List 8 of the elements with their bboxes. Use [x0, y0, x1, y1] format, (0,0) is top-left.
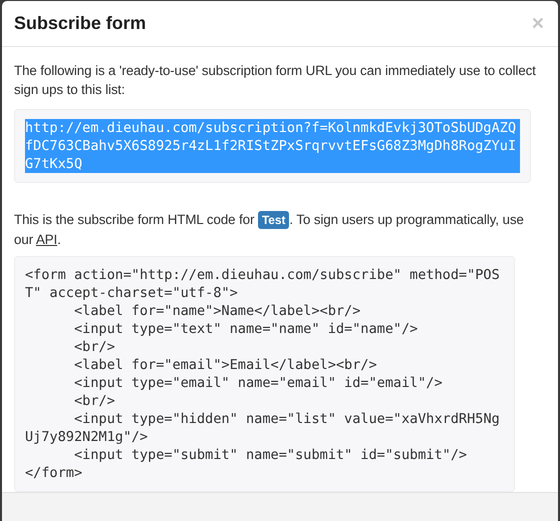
list-badge: Test — [258, 211, 290, 229]
modal-title: Subscribe form — [14, 13, 146, 34]
html-note-text: This is the subscribe form HTML code for Test . To sign users up programmatically, use our API. — [14, 210, 525, 249]
code-snippet: <form action="http://em.dieuhau.com/subscribe" method="POST" accept-charset="utf-8"> <label for="name">Name</label><br/> <input type="text" name="name" id="name"/> <br/> <label for="email">Email</label><br/> <input type="email" name="email" id="email"/> <br/> <input type="hidden" name="list" value="xaVhxrdRH5NgUj7y892N2M1g"/> <input type="submit" name="submit" id="submit"/> </form> — [14, 256, 515, 492]
close-button[interactable]: × — [530, 13, 546, 34]
url-text[interactable]: http://em.dieuhau.com/subscription?f=KolnmkdEvkj3OToSbUDgAZQfDC763CBahv5X6S8925r4zL1f2RIStZPxSrqrvvtEFsG68Z3MgDh8RogZYuIG7tKx5Q — [25, 119, 520, 173]
api-link[interactable]: API — [36, 232, 58, 247]
intro-text: The following is a 'ready-to-use' subscription form URL you can immediately use to collect sign ups to this list: — [14, 62, 537, 99]
